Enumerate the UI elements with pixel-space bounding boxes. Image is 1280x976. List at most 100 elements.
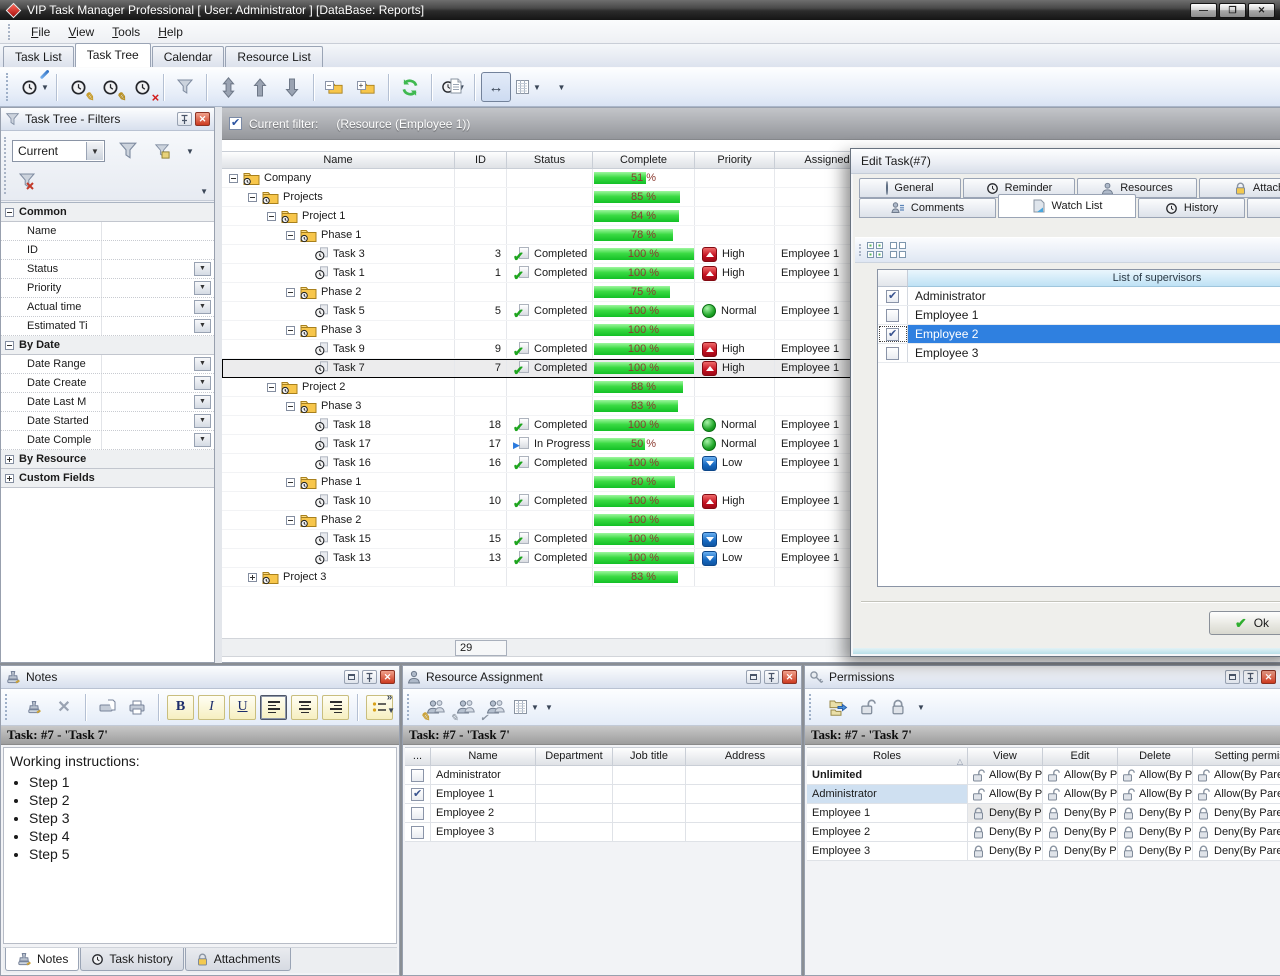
assign-checkbox[interactable] (411, 807, 424, 820)
column-header-complete[interactable]: Complete (593, 151, 695, 169)
perm-row-employee-2[interactable]: Employee 2Deny(By Parent)Deny(By Parent)… (807, 823, 1280, 842)
perm-row-unlimited[interactable]: UnlimitedAllow(By Parent)Allow(By Parent… (807, 766, 1280, 785)
filter-field-name[interactable]: Name (1, 222, 214, 241)
supervisor-row-administrator[interactable]: Administrator (878, 287, 1280, 306)
supervisor-row-employee-3[interactable]: Employee 3 (878, 344, 1280, 363)
tab-task-tree[interactable]: Task Tree (75, 43, 151, 67)
perm-setting-permissions-cell[interactable]: Allow(By Parent) (1193, 785, 1280, 803)
supervisor-row-employee-1[interactable]: Employee 1 (878, 306, 1280, 325)
dialog-tab-general[interactable]: General (859, 178, 961, 198)
expand-rows-button[interactable] (213, 72, 243, 102)
uncheck-all-icon[interactable] (890, 242, 906, 258)
bold-button[interactable]: B (167, 695, 194, 720)
perm-row-employee-1[interactable]: Employee 1Deny(By Parent)Deny(By Parent)… (807, 804, 1280, 823)
chevron-down-icon[interactable]: ▼ (387, 706, 395, 715)
expand-icon[interactable] (286, 326, 295, 335)
filter-field-date-create[interactable]: Date Create▼ (1, 374, 214, 393)
filter-field-date-comple[interactable]: Date Comple▼ (1, 431, 214, 450)
chevron-down-icon[interactable]: ▼ (558, 83, 566, 92)
ra-row-employee-3[interactable]: Employee 3 (405, 823, 801, 842)
expand-icon[interactable] (248, 193, 257, 202)
underline-button[interactable]: U (229, 695, 256, 720)
copy-permissions-button[interactable] (824, 693, 852, 721)
expand-icon[interactable] (229, 174, 238, 183)
perm-edit-cell[interactable]: Allow(By Parent) (1043, 766, 1118, 784)
menu-tools[interactable]: Tools (103, 22, 149, 42)
expand-icon[interactable] (286, 231, 295, 240)
current-filter-checkbox[interactable] (229, 117, 242, 130)
dialog-tab-watch-list[interactable]: Watch List (998, 194, 1136, 218)
restore-panel-icon[interactable] (1225, 670, 1240, 684)
chevron-down-icon[interactable]: ▼ (194, 319, 211, 333)
delete-note-button[interactable]: ✕ (50, 693, 78, 721)
perm-column-setting-permissions[interactable]: Setting permissions (1193, 747, 1280, 766)
close-button[interactable]: ✕ (1248, 3, 1275, 18)
chevron-down-icon[interactable]: ▼ (194, 262, 211, 276)
restore-panel-icon[interactable] (344, 670, 359, 684)
ok-button[interactable]: ✔ Ok (1209, 611, 1280, 635)
chevron-down-icon[interactable]: ▼ (194, 376, 211, 390)
perm-row-administrator[interactable]: AdministratorAllow(By Parent)Allow(By Pa… (807, 785, 1280, 804)
dialog-tab-attachments[interactable]: Attachments (1199, 178, 1280, 198)
close-panel-icon[interactable]: ✕ (380, 670, 395, 684)
tab-resource-list[interactable]: Resource List (225, 46, 322, 67)
column-header-priority[interactable]: Priority (695, 151, 775, 169)
perm-edit-cell[interactable]: Deny(By Parent) (1043, 823, 1118, 841)
toolbar-more-icon[interactable]: » (387, 692, 393, 703)
expand-icon[interactable] (286, 516, 295, 525)
close-panel-icon[interactable]: ✕ (782, 670, 797, 684)
report-button[interactable]: ▼ (438, 72, 468, 102)
filter-field-estimated-ti[interactable]: Estimated Ti▼ (1, 317, 214, 336)
chevron-down-icon[interactable]: ▼ (194, 281, 211, 295)
column-header-status[interactable]: Status (507, 151, 593, 169)
filter-preset-select[interactable]: Current ▼ (12, 140, 105, 162)
perm-setting-permissions-cell[interactable]: Allow(By Parent) (1193, 766, 1280, 784)
expand-icon[interactable] (248, 573, 257, 582)
perm-column-view[interactable]: View (968, 747, 1043, 766)
restore-panel-icon[interactable] (746, 670, 761, 684)
perm-edit-cell[interactable]: Deny(By Parent) (1043, 842, 1118, 860)
menu-view[interactable]: View (59, 22, 103, 42)
filter-field-date-range[interactable]: Date Range▼ (1, 355, 214, 374)
chevron-down-icon[interactable]: ▼ (41, 83, 49, 92)
pin-icon[interactable] (177, 112, 192, 126)
lock-button[interactable] (884, 693, 912, 721)
perm-delete-cell[interactable]: Deny(By Parent) (1118, 804, 1193, 822)
unassign-resource-button[interactable]: ✔ (482, 693, 510, 721)
expand-icon[interactable] (5, 208, 14, 217)
ra-row-administrator[interactable]: Administrator (405, 766, 801, 785)
filter-button[interactable] (170, 72, 200, 102)
ra-column-address[interactable]: Address (686, 747, 802, 766)
pin-icon[interactable] (362, 670, 377, 684)
move-down-button[interactable] (277, 72, 307, 102)
tab-task-list[interactable]: Task List (3, 46, 74, 67)
perm-delete-cell[interactable]: Allow(By Parent) (1118, 766, 1193, 784)
supervisor-row-employee-2[interactable]: Employee 2 (878, 325, 1280, 344)
chevron-down-icon[interactable]: ▼ (194, 395, 211, 409)
expand-icon[interactable] (5, 455, 14, 464)
filter-field-date-last-m[interactable]: Date Last M▼ (1, 393, 214, 412)
chevron-down-icon[interactable]: ▼ (917, 703, 925, 712)
supervisor-checkbox[interactable] (886, 309, 899, 322)
restore-button[interactable]: ❐ (1219, 3, 1246, 18)
perm-row-employee-3[interactable]: Employee 3Deny(By Parent)Deny(By Parent)… (807, 842, 1280, 861)
column-header-id[interactable]: ID (455, 151, 507, 169)
align-center-button[interactable] (291, 695, 318, 720)
expand-all-button[interactable]: + (352, 72, 382, 102)
perm-setting-permissions-cell[interactable]: Deny(By Parent) (1193, 804, 1280, 822)
ra-column-name[interactable]: Name (431, 747, 536, 766)
column-header-name[interactable]: Name (222, 151, 455, 169)
chevron-down-icon[interactable]: ▼ (533, 83, 541, 92)
filter-field-status[interactable]: Status▼ (1, 260, 214, 279)
perm-column-delete[interactable]: Delete (1118, 747, 1193, 766)
columns-button[interactable]: ▼ (513, 72, 543, 102)
ra-columns-button[interactable]: ▼ (512, 693, 540, 721)
filter-group-custom-fields[interactable]: Custom Fields (1, 469, 214, 488)
dialog-tab-history[interactable]: History (1138, 198, 1245, 218)
perm-view-cell[interactable]: Allow(By Parent) (968, 766, 1043, 784)
chevron-down-icon[interactable]: ▼ (194, 414, 211, 428)
close-panel-icon[interactable]: ✕ (1261, 670, 1276, 684)
delete-task-button[interactable]: × (127, 72, 157, 102)
filter-field-actual-time[interactable]: Actual time▼ (1, 298, 214, 317)
chevron-down-icon[interactable]: ▼ (194, 357, 211, 371)
